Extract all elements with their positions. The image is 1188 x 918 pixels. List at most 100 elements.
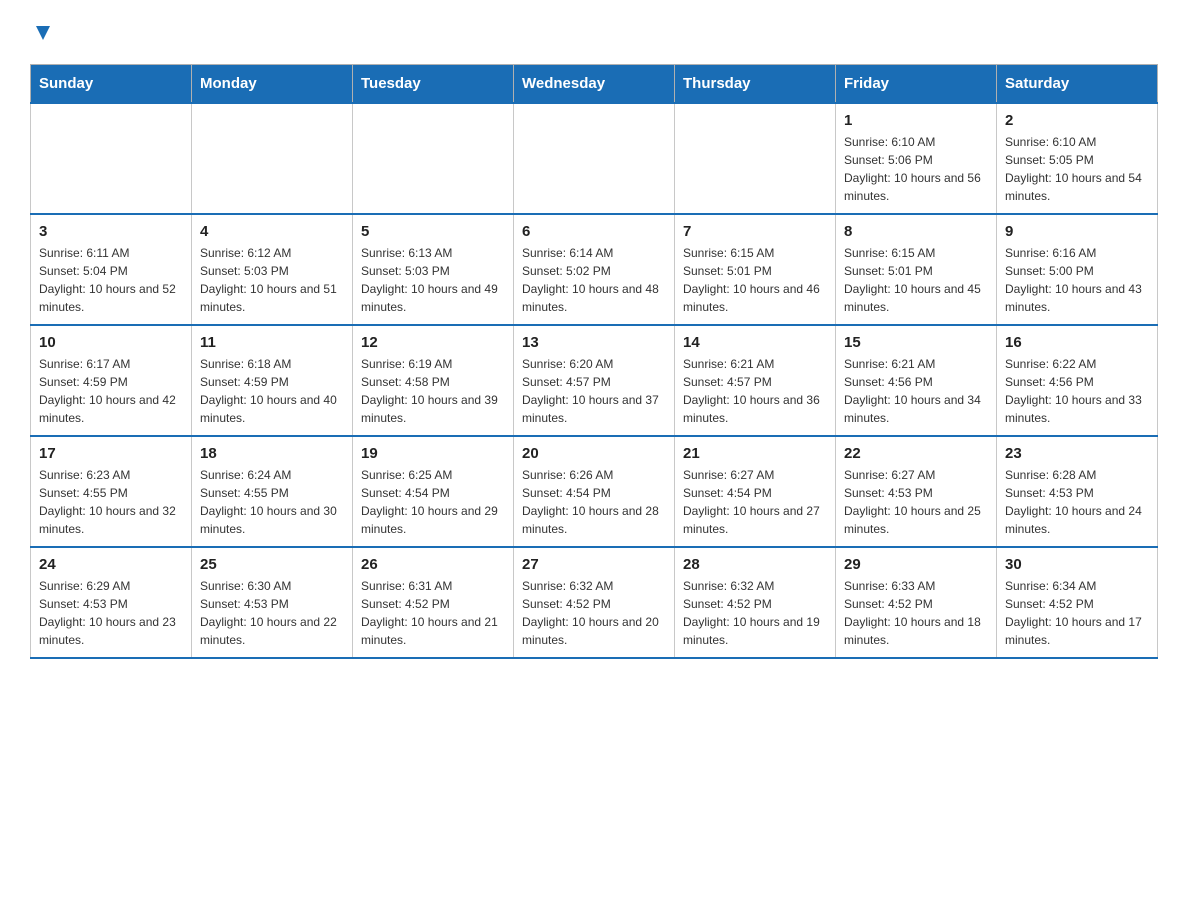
day-number: 21 [683, 445, 827, 462]
day-info: Sunrise: 6:10 AM Sunset: 5:05 PM Dayligh… [1005, 133, 1149, 205]
calendar-cell: 14 Sunrise: 6:21 AM Sunset: 4:57 PM Dayli… [675, 325, 836, 436]
day-number: 4 [200, 223, 344, 240]
weekday-header-thursday: Thursday [675, 65, 836, 104]
day-info: Sunrise: 6:27 AM Sunset: 4:54 PM Dayligh… [683, 466, 827, 538]
calendar-cell: 15 Sunrise: 6:21 AM Sunset: 4:56 PM Dayli… [836, 325, 997, 436]
weekday-header-monday: Monday [192, 65, 353, 104]
calendar-cell: 25 Sunrise: 6:30 AM Sunset: 4:53 PM Dayli… [192, 547, 353, 658]
day-number: 17 [39, 445, 183, 462]
calendar-cell [192, 103, 353, 214]
day-info: Sunrise: 6:25 AM Sunset: 4:54 PM Dayligh… [361, 466, 505, 538]
calendar-cell: 9Sunrise: 6:16 AM Sunset: 5:00 PM Daylig… [997, 214, 1158, 325]
day-number: 28 [683, 556, 827, 573]
calendar-cell: 13Sunrise: 6:20 AM Sunset: 4:57 PM Dayli… [514, 325, 675, 436]
day-number: 22 [844, 445, 988, 462]
calendar-cell: 28 Sunrise: 6:32 AM Sunset: 4:52 PM Dayli… [675, 547, 836, 658]
calendar-table: SundayMondayTuesdayWednesdayThursdayFrid… [30, 64, 1158, 659]
day-info: Sunrise: 6:19 AM Sunset: 4:58 PM Dayligh… [361, 355, 505, 427]
day-number: 19 [361, 445, 505, 462]
weekday-header-saturday: Saturday [997, 65, 1158, 104]
day-number: 8 [844, 223, 988, 240]
day-info: Sunrise: 6:30 AM Sunset: 4:53 PM Dayligh… [200, 577, 344, 649]
weekday-header-wednesday: Wednesday [514, 65, 675, 104]
day-number: 7 [683, 223, 827, 240]
calendar-cell [514, 103, 675, 214]
day-info: Sunrise: 6:26 AM Sunset: 4:54 PM Dayligh… [522, 466, 666, 538]
day-info: Sunrise: 6:13 AM Sunset: 5:03 PM Dayligh… [361, 244, 505, 316]
calendar-cell: 17 Sunrise: 6:23 AM Sunset: 4:55 PM Dayli… [31, 436, 192, 547]
weekday-header-sunday: Sunday [31, 65, 192, 104]
calendar-week-row: 24 Sunrise: 6:29 AM Sunset: 4:53 PM Dayli… [31, 547, 1158, 658]
calendar-cell: 8 Sunrise: 6:15 AM Sunset: 5:01 PM Daylig… [836, 214, 997, 325]
calendar-header-row: SundayMondayTuesdayWednesdayThursdayFrid… [31, 65, 1158, 104]
day-number: 25 [200, 556, 344, 573]
calendar-cell: 18 Sunrise: 6:24 AM Sunset: 4:55 PM Dayli… [192, 436, 353, 547]
day-number: 10 [39, 334, 183, 351]
day-info: Sunrise: 6:29 AM Sunset: 4:53 PM Dayligh… [39, 577, 183, 649]
day-number: 5 [361, 223, 505, 240]
day-info: Sunrise: 6:17 AM Sunset: 4:59 PM Dayligh… [39, 355, 183, 427]
calendar-cell: 6 Sunrise: 6:14 AM Sunset: 5:02 PM Daylig… [514, 214, 675, 325]
calendar-cell: 12 Sunrise: 6:19 AM Sunset: 4:58 PM Dayli… [353, 325, 514, 436]
day-number: 18 [200, 445, 344, 462]
calendar-cell: 10 Sunrise: 6:17 AM Sunset: 4:59 PM Dayli… [31, 325, 192, 436]
day-info: Sunrise: 6:28 AM Sunset: 4:53 PM Dayligh… [1005, 466, 1149, 538]
day-number: 11 [200, 334, 344, 351]
day-info: Sunrise: 6:10 AM Sunset: 5:06 PM Dayligh… [844, 133, 988, 205]
calendar-cell: 29 Sunrise: 6:33 AM Sunset: 4:52 PM Dayli… [836, 547, 997, 658]
day-number: 27 [522, 556, 666, 573]
calendar-cell: 1 Sunrise: 6:10 AM Sunset: 5:06 PM Daylig… [836, 103, 997, 214]
day-info: Sunrise: 6:32 AM Sunset: 4:52 PM Dayligh… [683, 577, 827, 649]
day-info: Sunrise: 6:22 AM Sunset: 4:56 PM Dayligh… [1005, 355, 1149, 427]
day-number: 9 [1005, 223, 1149, 240]
day-number: 23 [1005, 445, 1149, 462]
day-number: 20 [522, 445, 666, 462]
day-info: Sunrise: 6:21 AM Sunset: 4:56 PM Dayligh… [844, 355, 988, 427]
weekday-header-tuesday: Tuesday [353, 65, 514, 104]
day-info: Sunrise: 6:18 AM Sunset: 4:59 PM Dayligh… [200, 355, 344, 427]
day-info: Sunrise: 6:27 AM Sunset: 4:53 PM Dayligh… [844, 466, 988, 538]
day-info: Sunrise: 6:15 AM Sunset: 5:01 PM Dayligh… [844, 244, 988, 316]
calendar-cell: 19 Sunrise: 6:25 AM Sunset: 4:54 PM Dayli… [353, 436, 514, 547]
day-number: 16 [1005, 334, 1149, 351]
calendar-week-row: 3Sunrise: 6:11 AM Sunset: 5:04 PM Daylig… [31, 214, 1158, 325]
calendar-cell: 22 Sunrise: 6:27 AM Sunset: 4:53 PM Dayli… [836, 436, 997, 547]
day-info: Sunrise: 6:23 AM Sunset: 4:55 PM Dayligh… [39, 466, 183, 538]
day-info: Sunrise: 6:24 AM Sunset: 4:55 PM Dayligh… [200, 466, 344, 538]
calendar-cell: 11 Sunrise: 6:18 AM Sunset: 4:59 PM Dayli… [192, 325, 353, 436]
day-number: 29 [844, 556, 988, 573]
calendar-cell: 21 Sunrise: 6:27 AM Sunset: 4:54 PM Dayli… [675, 436, 836, 547]
day-info: Sunrise: 6:34 AM Sunset: 4:52 PM Dayligh… [1005, 577, 1149, 649]
day-number: 2 [1005, 112, 1149, 129]
logo-triangle-icon [32, 22, 54, 44]
calendar-cell: 23 Sunrise: 6:28 AM Sunset: 4:53 PM Dayli… [997, 436, 1158, 547]
calendar-cell: 20 Sunrise: 6:26 AM Sunset: 4:54 PM Dayli… [514, 436, 675, 547]
day-number: 15 [844, 334, 988, 351]
day-info: Sunrise: 6:33 AM Sunset: 4:52 PM Dayligh… [844, 577, 988, 649]
logo [30, 20, 54, 44]
calendar-cell [353, 103, 514, 214]
day-number: 13 [522, 334, 666, 351]
calendar-week-row: 1 Sunrise: 6:10 AM Sunset: 5:06 PM Daylig… [31, 103, 1158, 214]
day-number: 1 [844, 112, 988, 129]
calendar-cell: 30 Sunrise: 6:34 AM Sunset: 4:52 PM Dayli… [997, 547, 1158, 658]
day-info: Sunrise: 6:21 AM Sunset: 4:57 PM Dayligh… [683, 355, 827, 427]
day-number: 26 [361, 556, 505, 573]
day-number: 24 [39, 556, 183, 573]
calendar-cell: 3Sunrise: 6:11 AM Sunset: 5:04 PM Daylig… [31, 214, 192, 325]
day-number: 12 [361, 334, 505, 351]
page-header [30, 20, 1158, 44]
calendar-week-row: 10 Sunrise: 6:17 AM Sunset: 4:59 PM Dayli… [31, 325, 1158, 436]
day-number: 14 [683, 334, 827, 351]
calendar-cell: 27Sunrise: 6:32 AM Sunset: 4:52 PM Dayli… [514, 547, 675, 658]
logo-icon [30, 20, 54, 44]
day-info: Sunrise: 6:14 AM Sunset: 5:02 PM Dayligh… [522, 244, 666, 316]
calendar-cell [675, 103, 836, 214]
day-info: Sunrise: 6:12 AM Sunset: 5:03 PM Dayligh… [200, 244, 344, 316]
day-number: 6 [522, 223, 666, 240]
calendar-cell: 24 Sunrise: 6:29 AM Sunset: 4:53 PM Dayli… [31, 547, 192, 658]
calendar-cell: 2 Sunrise: 6:10 AM Sunset: 5:05 PM Daylig… [997, 103, 1158, 214]
calendar-week-row: 17 Sunrise: 6:23 AM Sunset: 4:55 PM Dayli… [31, 436, 1158, 547]
day-number: 3 [39, 223, 183, 240]
day-number: 30 [1005, 556, 1149, 573]
